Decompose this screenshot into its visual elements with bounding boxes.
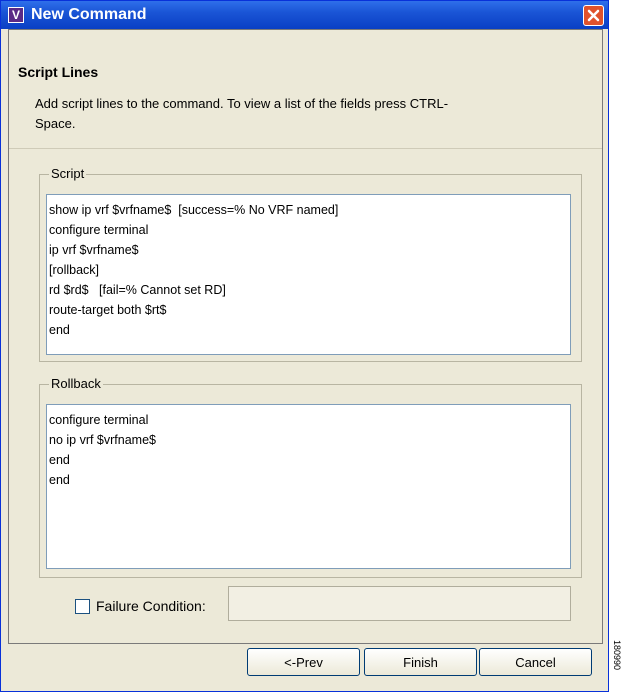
script-group-label: Script bbox=[49, 166, 87, 181]
section-title: Script Lines bbox=[18, 64, 99, 80]
script-line: end bbox=[49, 473, 70, 487]
failure-condition-field[interactable] bbox=[228, 586, 571, 621]
dialog-window: V New Command Script Lines Add script li… bbox=[0, 0, 609, 692]
finish-button[interactable]: Finish bbox=[364, 648, 477, 676]
script-line: show ip vrf $vrfname$ [success=% No VRF … bbox=[49, 203, 339, 217]
window-title: New Command bbox=[31, 6, 147, 23]
close-button[interactable] bbox=[583, 5, 604, 26]
script-line: end bbox=[49, 453, 70, 467]
script-line: configure terminal bbox=[49, 223, 149, 237]
script-line: route-target both $rt$ bbox=[49, 303, 167, 317]
prev-button[interactable]: <-Prev bbox=[247, 648, 360, 676]
header-area: Script Lines Add script lines to the com… bbox=[9, 30, 602, 149]
failure-condition-label: Failure Condition: bbox=[96, 598, 206, 614]
script-line: [rollback] bbox=[49, 263, 100, 277]
figure-id: 180990 bbox=[612, 640, 622, 671]
script-line: configure terminal bbox=[49, 413, 149, 427]
title-bar[interactable]: V New Command bbox=[1, 1, 608, 29]
rollback-textarea[interactable]: configure terminal no ip vrf $vrfname$ end… bbox=[46, 404, 571, 569]
rollback-group-label: Rollback bbox=[49, 376, 103, 391]
close-icon bbox=[587, 9, 600, 22]
section-description: Add script lines to the command. To view… bbox=[35, 96, 449, 131]
app-icon: V bbox=[8, 7, 24, 23]
cancel-button[interactable]: Cancel bbox=[479, 648, 592, 676]
script-textarea[interactable]: show ip vrf $vrfname$ [success=% No VRF … bbox=[46, 194, 571, 355]
script-line: ip vrf $vrfname$ bbox=[49, 243, 139, 257]
script-line: end bbox=[49, 323, 70, 337]
script-line: rd $rd$ [fail=% Cannot set RD] bbox=[49, 283, 226, 297]
script-line: no ip vrf $vrfname$ bbox=[49, 433, 156, 447]
failure-condition-checkbox[interactable] bbox=[75, 599, 90, 614]
